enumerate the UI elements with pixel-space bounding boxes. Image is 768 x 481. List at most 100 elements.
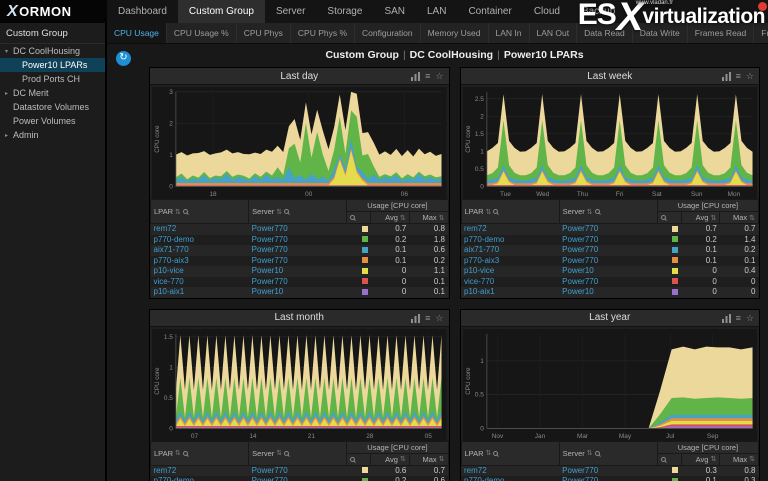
search-icon[interactable] xyxy=(350,215,355,220)
server-link[interactable]: Power770 xyxy=(252,256,288,265)
sort-icon[interactable]: ⇅ xyxy=(400,214,406,222)
refresh-button[interactable]: ↻ xyxy=(116,51,131,66)
caret-right-icon[interactable]: ▸ xyxy=(3,90,10,97)
menu-icon[interactable]: ≡ xyxy=(425,314,430,323)
subtab-cpu-usage-[interactable]: CPU Usage % xyxy=(167,23,237,43)
search-icon[interactable] xyxy=(284,451,289,456)
sort-icon[interactable]: ⇅ xyxy=(587,208,593,216)
menu-icon[interactable]: ≡ xyxy=(736,72,741,81)
lpar-link[interactable]: p770-demo xyxy=(464,476,504,481)
server-link[interactable]: Power770 xyxy=(562,224,598,233)
server-link[interactable]: Power770 xyxy=(562,466,598,475)
sort-icon[interactable]: ⇅ xyxy=(175,208,181,216)
tab-backup[interactable]: Backup xyxy=(571,0,626,23)
lpar-link[interactable]: vice-770 xyxy=(464,277,494,286)
lpar-link[interactable]: rem72 xyxy=(154,466,177,475)
search-icon[interactable] xyxy=(183,451,188,456)
tab-container[interactable]: Container xyxy=(457,0,522,23)
menu-icon[interactable]: ≡ xyxy=(736,314,741,323)
star-icon[interactable]: ☆ xyxy=(746,72,754,81)
server-link[interactable]: Power10 xyxy=(252,287,284,296)
chart-type-icon[interactable] xyxy=(722,314,731,323)
tab-lan[interactable]: LAN xyxy=(416,0,457,23)
search-icon[interactable] xyxy=(183,209,188,214)
sort-icon[interactable]: ⇅ xyxy=(276,208,282,216)
lpar-link[interactable]: p770-aix3 xyxy=(464,256,499,265)
server-link[interactable]: Power770 xyxy=(252,277,288,286)
sort-icon[interactable]: ⇅ xyxy=(710,214,716,222)
caret-right-icon[interactable]: ▸ xyxy=(3,132,10,139)
sort-icon[interactable]: ⇅ xyxy=(486,208,492,216)
server-link[interactable]: Power770 xyxy=(562,245,598,254)
sidebar-item-datastore-volumes[interactable]: Datastore Volumes xyxy=(0,100,105,114)
lpar-link[interactable]: p770-demo xyxy=(464,235,504,244)
search-icon[interactable] xyxy=(493,451,498,456)
subtab-data-write[interactable]: Data Write xyxy=(633,23,688,43)
server-link[interactable]: Power770 xyxy=(252,235,288,244)
lpar-link[interactable]: p10-aix1 xyxy=(464,287,495,296)
tab-san[interactable]: SAN xyxy=(373,0,416,23)
tab-server[interactable]: Server xyxy=(265,0,316,23)
chart-type-icon[interactable] xyxy=(722,72,731,81)
sort-icon[interactable]: ⇅ xyxy=(439,455,445,463)
subtab-frames-read[interactable]: Frames Read xyxy=(688,23,755,43)
lpar-link[interactable]: p10-aix1 xyxy=(154,287,185,296)
subtab-memory-used[interactable]: Memory Used xyxy=(421,23,489,43)
server-link[interactable]: Power10 xyxy=(562,287,594,296)
sort-icon[interactable]: ⇅ xyxy=(175,449,181,457)
lpar-link[interactable]: rem72 xyxy=(464,224,487,233)
subtab-data-read[interactable]: Data Read xyxy=(577,23,633,43)
server-link[interactable]: Power770 xyxy=(562,476,598,481)
sidebar-item-power-volumes[interactable]: Power Volumes xyxy=(0,114,105,128)
lpar-link[interactable]: p10-vice xyxy=(464,266,494,275)
sort-icon[interactable]: ⇅ xyxy=(486,449,492,457)
sidebar-item-power10-lpars[interactable]: Power10 LPARs xyxy=(0,58,105,72)
sort-icon[interactable]: ⇅ xyxy=(749,214,755,222)
lpar-link[interactable]: p10-vice xyxy=(154,266,184,275)
search-icon[interactable] xyxy=(661,457,666,462)
star-icon[interactable]: ☆ xyxy=(435,72,443,81)
usage-chart[interactable]: 0.510NovJanMarMayJulSepCPU core xyxy=(463,329,758,441)
server-link[interactable]: Power770 xyxy=(252,224,288,233)
chart-type-icon[interactable] xyxy=(411,72,420,81)
star-icon[interactable]: ☆ xyxy=(435,314,443,323)
lpar-link[interactable]: aix71-770 xyxy=(464,245,499,254)
lpar-link[interactable]: p770-demo xyxy=(154,476,194,481)
sidebar-item-dc-coolhousing[interactable]: ▾DC CoolHousing xyxy=(0,44,105,58)
lpar-link[interactable]: p770-aix3 xyxy=(154,256,189,265)
subtab-frames-write[interactable]: Frames Write xyxy=(754,23,768,43)
server-link[interactable]: Power770 xyxy=(562,256,598,265)
server-link[interactable]: Power770 xyxy=(252,476,288,481)
sidebar-item-admin[interactable]: ▸Admin xyxy=(0,128,105,142)
chart-type-icon[interactable] xyxy=(411,314,420,323)
search-icon[interactable] xyxy=(595,209,600,214)
lpar-link[interactable]: aix71-770 xyxy=(154,245,189,254)
lpar-link[interactable]: vice-770 xyxy=(154,277,184,286)
server-link[interactable]: Power10 xyxy=(562,266,594,275)
sort-icon[interactable]: ⇅ xyxy=(587,449,593,457)
search-icon[interactable] xyxy=(595,451,600,456)
server-link[interactable]: Power770 xyxy=(252,245,288,254)
search-icon[interactable] xyxy=(493,209,498,214)
subtab-cpu-phys-[interactable]: CPU Phys % xyxy=(291,23,355,43)
subtab-configuration[interactable]: Configuration xyxy=(355,23,421,43)
search-icon[interactable] xyxy=(284,209,289,214)
star-icon[interactable]: ☆ xyxy=(746,314,754,323)
usage-chart[interactable]: 0.511.522.50TueWedThuFriSatSunMonCPU cor… xyxy=(463,87,758,199)
tab-storage[interactable]: Storage xyxy=(316,0,373,23)
subtab-lan-in[interactable]: LAN In xyxy=(489,23,530,43)
tab-cloud[interactable]: Cloud xyxy=(523,0,571,23)
caret-down-icon[interactable]: ▾ xyxy=(3,48,10,55)
server-link[interactable]: Power10 xyxy=(252,266,284,275)
search-icon[interactable] xyxy=(350,457,355,462)
sort-icon[interactable]: ⇅ xyxy=(710,455,716,463)
lpar-link[interactable]: rem72 xyxy=(154,224,177,233)
sidebar-item-prod-ports-ch[interactable]: Prod Ports CH xyxy=(0,72,105,86)
sidebar-item-dc-merit[interactable]: ▸DC Merit xyxy=(0,86,105,100)
lpar-link[interactable]: rem72 xyxy=(464,466,487,475)
subtab-lan-out[interactable]: LAN Out xyxy=(530,23,578,43)
usage-chart[interactable]: 1230180006CPU core xyxy=(152,87,447,199)
search-icon[interactable] xyxy=(661,215,666,220)
tab-custom-group[interactable]: Custom Group xyxy=(178,0,265,23)
server-link[interactable]: Power770 xyxy=(562,277,598,286)
